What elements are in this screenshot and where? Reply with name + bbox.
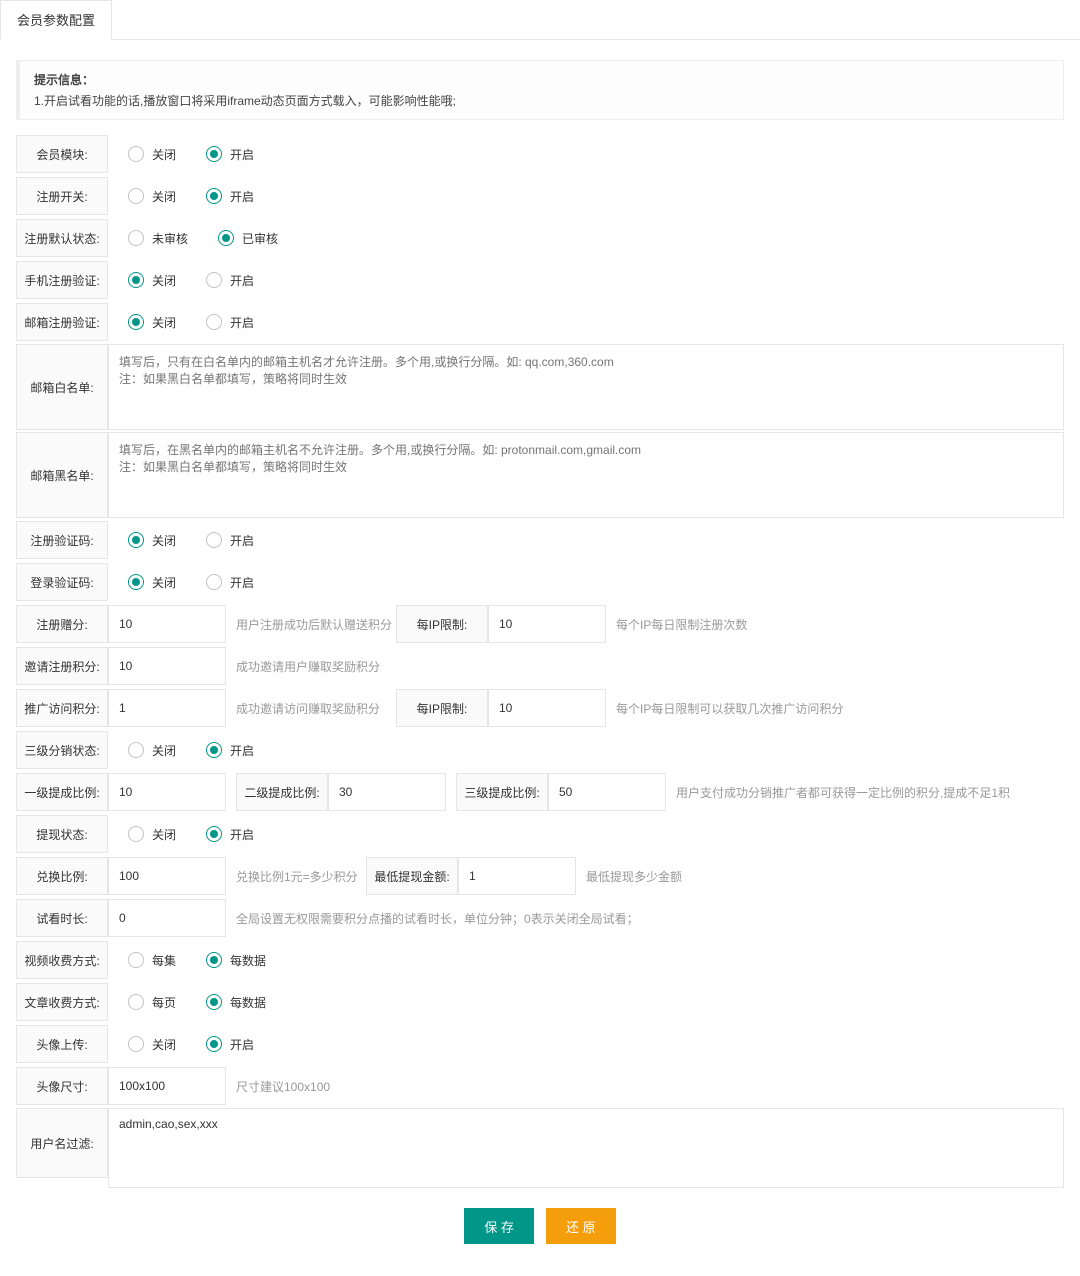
label-level2-ratio: 二级提成比例: [236, 773, 328, 811]
input-register-points[interactable] [108, 605, 226, 643]
label-register-switch: 注册开关: [16, 177, 108, 215]
label-email-reg-verify: 邮箱注册验证: [16, 303, 108, 341]
input-ip-limit-promote[interactable] [488, 689, 606, 727]
label-member-module: 会员模块: [16, 135, 108, 173]
radio-three-level-close[interactable]: 关闭 [128, 742, 176, 759]
label-login-captcha: 登录验证码: [16, 563, 108, 601]
radio-article-per-data[interactable]: 每数据 [206, 994, 266, 1011]
label-three-level-status: 三级分销状态: [16, 731, 108, 769]
radio-withdraw-open[interactable]: 开启 [206, 826, 254, 843]
input-level3-ratio[interactable] [548, 773, 666, 811]
radio-member-module-open[interactable]: 开启 [206, 146, 254, 163]
label-exchange-ratio: 兑换比例: [16, 857, 108, 895]
label-register-points: 注册赠分: [16, 605, 108, 643]
tip-line: 1.开启试看功能的话,播放窗口将采用iframe动态页面方式载入，可能影响性能哦… [34, 92, 1049, 109]
hint-promote-visit-points: 成功邀请访问赚取奖励积分 [226, 689, 396, 727]
radio-login-captcha-close[interactable]: 关闭 [128, 574, 176, 591]
radio-member-module-close[interactable]: 关闭 [128, 146, 176, 163]
tip-title: 提示信息： [34, 71, 1049, 88]
save-button[interactable]: 保 存 [464, 1208, 534, 1244]
label-ip-limit-register: 每IP限制: [396, 605, 488, 643]
radio-video-per-episode[interactable]: 每集 [128, 952, 176, 969]
label-ip-limit-promote: 每IP限制: [396, 689, 488, 727]
radio-reg-status-unreviewed[interactable]: 未审核 [128, 230, 188, 247]
radio-register-switch-open[interactable]: 开启 [206, 188, 254, 205]
label-preview-duration: 试看时长: [16, 899, 108, 937]
label-video-charge-mode: 视频收费方式: [16, 941, 108, 979]
textarea-email-whitelist[interactable] [108, 344, 1064, 430]
label-username-filter: 用户名过滤: [16, 1108, 108, 1178]
radio-email-verify-open[interactable]: 开启 [206, 314, 254, 331]
radio-register-switch-close[interactable]: 关闭 [128, 188, 176, 205]
label-min-withdraw: 最低提现金额: [366, 857, 458, 895]
label-avatar-upload: 头像上传: [16, 1025, 108, 1063]
radio-avatar-upload-close[interactable]: 关闭 [128, 1036, 176, 1053]
label-level1-ratio: 一级提成比例: [16, 773, 108, 811]
input-min-withdraw[interactable] [458, 857, 576, 895]
hint-ip-limit-register: 每个IP每日限制注册次数 [606, 605, 747, 643]
label-article-charge-mode: 文章收费方式: [16, 983, 108, 1021]
input-level2-ratio[interactable] [328, 773, 446, 811]
label-phone-reg-verify: 手机注册验证: [16, 261, 108, 299]
label-register-default-status: 注册默认状态: [16, 219, 108, 257]
radio-register-captcha-open[interactable]: 开启 [206, 532, 254, 549]
input-avatar-size[interactable] [108, 1067, 226, 1105]
radio-phone-verify-close[interactable]: 关闭 [128, 272, 176, 289]
label-email-whitelist: 邮箱白名单: [16, 344, 108, 430]
hint-preview-duration: 全局设置无权限需要积分点播的试看时长，单位分钟；0表示关闭全局试看； [226, 899, 639, 937]
tip-message-box: 提示信息： 1.开启试看功能的话,播放窗口将采用iframe动态页面方式载入，可… [16, 60, 1064, 120]
input-exchange-ratio[interactable] [108, 857, 226, 895]
label-promote-visit-points: 推广访问积分: [16, 689, 108, 727]
hint-ip-limit-promote: 每个IP每日限制可以获取几次推广访问积分 [606, 689, 843, 727]
label-withdraw-status: 提现状态: [16, 815, 108, 853]
hint-exchange-ratio: 兑换比例1元=多少积分 [226, 857, 366, 895]
input-invite-register-points[interactable] [108, 647, 226, 685]
hint-level-ratio: 用户支付成功分销推广者都可获得一定比例的积分,提成不足1积 [666, 773, 1064, 811]
hint-avatar-size: 尺寸建议100x100 [226, 1067, 330, 1105]
input-ip-limit-register[interactable] [488, 605, 606, 643]
radio-register-captcha-close[interactable]: 关闭 [128, 532, 176, 549]
label-email-blacklist: 邮箱黑名单: [16, 432, 108, 518]
radio-withdraw-close[interactable]: 关闭 [128, 826, 176, 843]
textarea-username-filter[interactable] [108, 1108, 1064, 1188]
label-avatar-size: 头像尺寸: [16, 1067, 108, 1105]
radio-video-per-data[interactable]: 每数据 [206, 952, 266, 969]
input-level1-ratio[interactable] [108, 773, 226, 811]
textarea-email-blacklist[interactable] [108, 432, 1064, 518]
radio-avatar-upload-open[interactable]: 开启 [206, 1036, 254, 1053]
hint-min-withdraw: 最低提现多少金额 [576, 857, 682, 895]
input-preview-duration[interactable] [108, 899, 226, 937]
label-register-captcha: 注册验证码: [16, 521, 108, 559]
hint-invite-register-points: 成功邀请用户赚取奖励积分 [226, 647, 380, 685]
label-invite-register-points: 邀请注册积分: [16, 647, 108, 685]
radio-email-verify-close[interactable]: 关闭 [128, 314, 176, 331]
radio-three-level-open[interactable]: 开启 [206, 742, 254, 759]
radio-phone-verify-open[interactable]: 开启 [206, 272, 254, 289]
reset-button[interactable]: 还 原 [546, 1208, 616, 1244]
radio-reg-status-reviewed[interactable]: 已审核 [218, 230, 278, 247]
label-level3-ratio: 三级提成比例: [456, 773, 548, 811]
tab-member-config[interactable]: 会员参数配置 [0, 0, 112, 40]
input-promote-visit-points[interactable] [108, 689, 226, 727]
hint-register-points: 用户注册成功后默认赠送积分 [226, 605, 396, 643]
radio-article-per-page[interactable]: 每页 [128, 994, 176, 1011]
radio-login-captcha-open[interactable]: 开启 [206, 574, 254, 591]
